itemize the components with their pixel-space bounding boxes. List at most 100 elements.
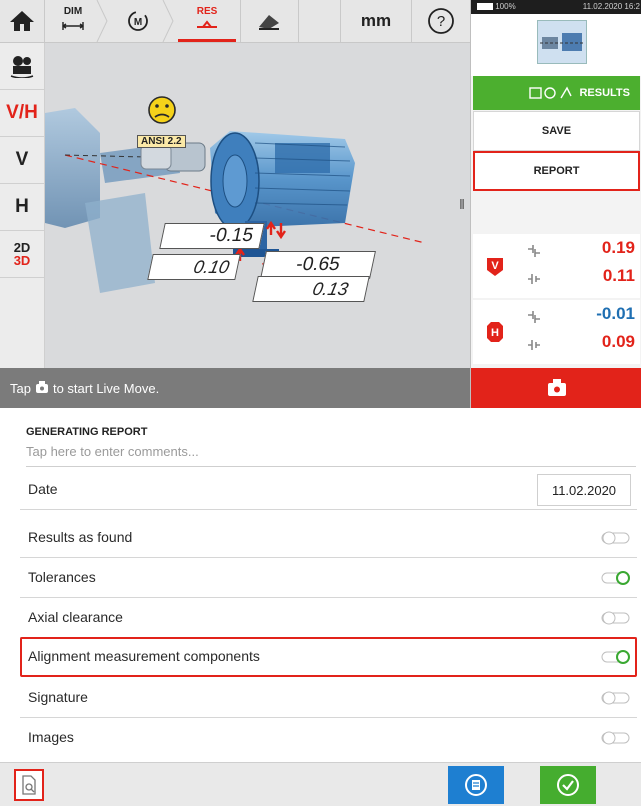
option-row-results-as-found[interactable]: Results as found	[20, 518, 637, 558]
view-2d-3d-toggle[interactable]: 2D 3D	[0, 231, 44, 278]
status-suffix: to start Live Move.	[52, 380, 160, 396]
move-step[interactable]	[241, 0, 297, 42]
view-vh-button[interactable]: V/H	[0, 90, 44, 137]
option-label: Signature	[28, 689, 88, 705]
results-arrow-icon	[197, 20, 217, 28]
battery-indicator: 100%	[477, 2, 516, 11]
measure-step[interactable]: M	[110, 0, 166, 42]
offset-icon	[528, 311, 540, 323]
horizontal-back-foot-value: 0.13	[252, 276, 370, 302]
print-document-icon	[465, 774, 487, 796]
horizontal-front-foot-value: 0.10	[147, 254, 241, 280]
option-row-axial-clearance[interactable]: Axial clearance	[20, 598, 637, 638]
live-move-icon	[547, 379, 566, 396]
system-status-bar: 100% 11.02.2020 16:2	[471, 0, 641, 14]
measure-rotation-icon: M	[128, 11, 148, 31]
option-label: Axial clearance	[28, 609, 123, 625]
comments-input[interactable]: Tap here to enter comments...	[26, 444, 636, 467]
live-move-button[interactable]	[471, 368, 641, 408]
horizontal-back-foot-text: 0.13	[310, 278, 351, 299]
home-icon	[10, 11, 34, 31]
report-button[interactable]: REPORT	[473, 151, 640, 191]
view-sidebar: V/H V H 2D 3D	[0, 43, 45, 368]
results-button[interactable]: RESULTS	[473, 76, 640, 110]
toggle-on-icon[interactable]	[601, 570, 631, 586]
status-bar: Tap to start Live Move.	[0, 368, 470, 408]
save-button[interactable]: SAVE	[473, 111, 640, 151]
vertical-angularity-value: 0.11	[602, 266, 635, 285]
report-title: GENERATING REPORT	[26, 426, 148, 438]
vertical-results-group: V 0.19 0.11	[473, 234, 640, 298]
option-label: Alignment measurement components	[28, 648, 260, 664]
machine-3d-view[interactable]: ANSI 2.2 -0.15 -0.65 0.10 0.13	[45, 43, 470, 368]
option-label: Images	[28, 729, 74, 745]
units-button[interactable]: mm	[341, 0, 411, 42]
toggle-off-icon[interactable]	[601, 530, 631, 546]
vertical-offset-value: 0.19	[601, 238, 635, 257]
res-label: RES	[196, 6, 218, 17]
view-3d-label: 3D	[13, 253, 31, 268]
status-prefix: Tap	[10, 380, 31, 396]
results-label: RESULTS	[579, 87, 630, 99]
svg-text:V: V	[491, 260, 499, 272]
panel-collapse-handle[interactable]: ‖	[455, 196, 469, 218]
date-label: Date	[28, 481, 58, 497]
system-datetime: 11.02.2020 16:2	[582, 2, 640, 11]
confirm-button[interactable]	[540, 766, 596, 804]
option-label: Results as found	[28, 529, 133, 545]
angularity-icon	[528, 340, 540, 350]
check-circle-icon	[557, 774, 579, 796]
toggle-off-icon[interactable]	[601, 610, 631, 626]
tolerance-standard-label: ANSI 2.2	[137, 135, 186, 148]
toggle-off-icon[interactable]	[601, 730, 631, 746]
date-field[interactable]: 11.02.2020	[537, 474, 631, 506]
camera-rotate-icon	[10, 56, 34, 78]
offset-icon	[528, 245, 540, 257]
date-row: Date 11.02.2020	[20, 470, 637, 510]
horizontal-badge-icon: H	[487, 322, 503, 342]
dim-label: DIM	[63, 6, 83, 17]
horizontal-angularity-value: 0.09	[601, 332, 635, 351]
option-row-tolerances[interactable]: Tolerances	[20, 558, 637, 598]
home-button[interactable]	[0, 0, 44, 42]
results-step[interactable]: RES	[176, 0, 238, 42]
vertical-front-foot-text: -0.15	[207, 225, 256, 246]
option-row-signature[interactable]: Signature	[20, 678, 637, 718]
toggle-off-icon[interactable]	[601, 690, 631, 706]
option-row-images[interactable]: Images	[20, 718, 637, 758]
horizontal-results-group: H -0.01 0.09	[473, 300, 640, 364]
results-tools-icon	[529, 86, 573, 99]
angularity-icon	[528, 274, 540, 284]
vertical-front-foot-value: -0.15	[159, 223, 265, 249]
toggle-on-icon[interactable]	[601, 649, 631, 665]
view-horizontal-button[interactable]: H	[0, 184, 44, 231]
report-footer	[0, 762, 641, 806]
help-button[interactable]: ?	[412, 0, 470, 42]
dimensions-step[interactable]: DIM	[45, 0, 101, 42]
tolerance-smiley-icon	[148, 96, 176, 124]
top-toolbar: DIM M RES mm ?	[0, 0, 470, 43]
vertical-back-foot-value: -0.65	[260, 251, 376, 279]
vertical-badge-icon: V	[487, 258, 503, 276]
document-preview-icon	[22, 775, 36, 795]
vertical-back-foot-text: -0.65	[294, 254, 342, 275]
horizontal-offset-value: -0.01	[596, 304, 635, 323]
report-panel: GENERATING REPORT Tap here to enter comm…	[0, 408, 641, 805]
results-panel: 100% 11.02.2020 16:2 RESULTS SAVE REPORT…	[459, 0, 641, 408]
print-report-button[interactable]	[448, 766, 504, 804]
svg-text:?: ?	[437, 13, 445, 30]
option-row-alignment-components[interactable]: Alignment measurement components	[20, 637, 637, 677]
view-rotate-button[interactable]	[0, 43, 44, 90]
report-preview-button[interactable]	[14, 769, 44, 801]
view-vertical-button[interactable]: V	[0, 137, 44, 184]
measure-label: M	[134, 17, 142, 28]
unit-label: mm	[360, 11, 392, 30]
machine-thumbnail-area	[471, 14, 641, 76]
machine-train-graphic	[45, 96, 426, 293]
svg-text:H: H	[491, 327, 499, 339]
machine-thumbnail[interactable]	[537, 20, 587, 64]
machine-thumbnail-icon	[540, 33, 584, 51]
dimension-arrow-icon	[61, 22, 85, 30]
active-step-indicator	[178, 39, 236, 42]
battery-text: 100%	[495, 2, 516, 11]
